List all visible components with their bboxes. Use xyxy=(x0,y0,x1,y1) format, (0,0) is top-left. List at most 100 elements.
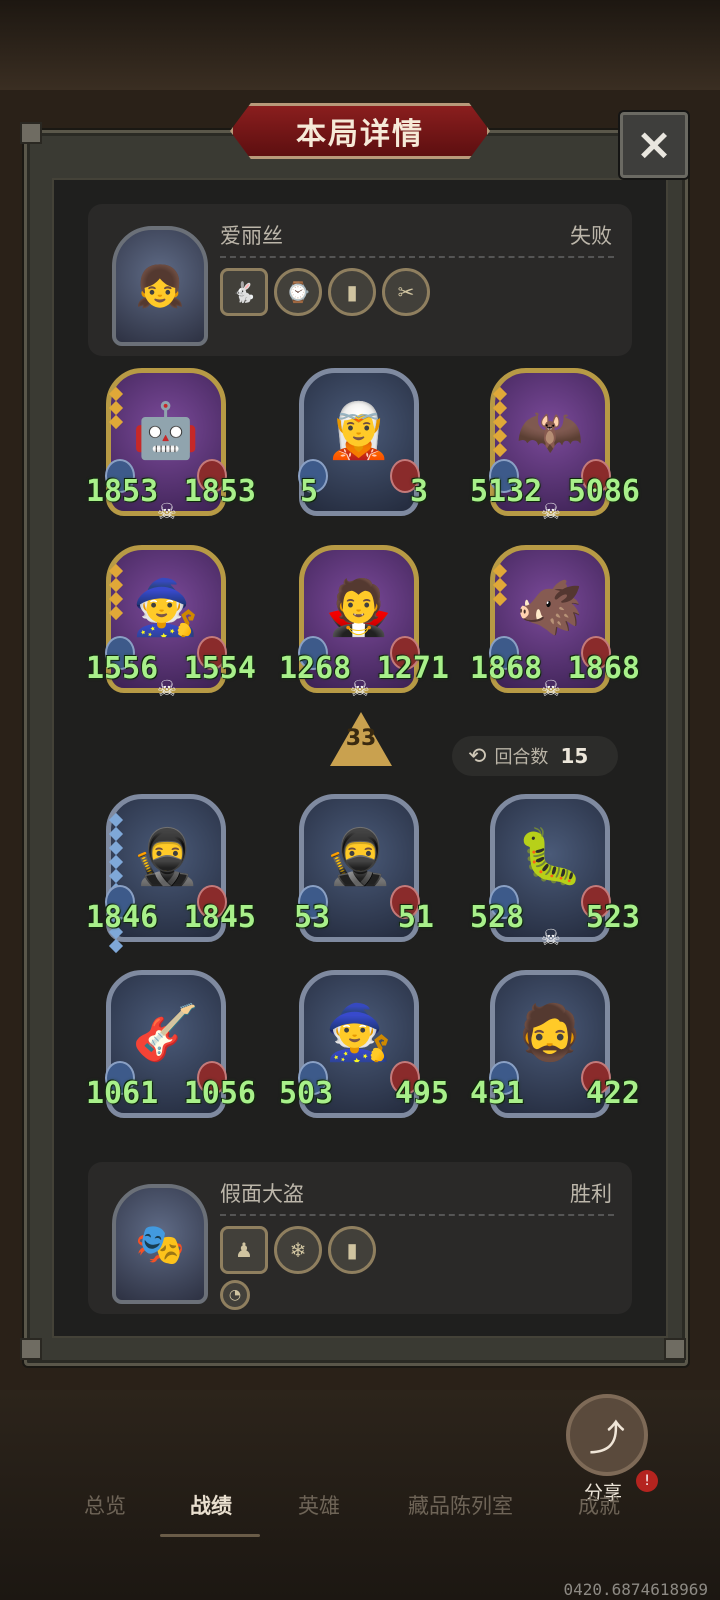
frame-corner xyxy=(664,1338,686,1360)
unit-card[interactable]: 🐗 ☠ 1868 1868 xyxy=(470,545,640,702)
unit-stats: 1868 1868 xyxy=(470,651,640,686)
share-icon: ⤴ xyxy=(588,1418,625,1459)
unit-stats: 528 523 xyxy=(470,900,640,935)
unit-card[interactable]: 🧙 503 495 xyxy=(279,970,449,1118)
unit-attack: 1846 xyxy=(86,900,159,935)
door-icon[interactable]: ▮ xyxy=(328,268,376,316)
share-button[interactable]: ⤴ xyxy=(566,1394,648,1476)
unit-stats: 1853 1853 xyxy=(86,474,256,509)
page-title: 本局详情 xyxy=(296,117,424,152)
door-icon[interactable]: ▮ xyxy=(328,1226,376,1274)
build-id: 0420.6874618969 xyxy=(563,1580,709,1599)
unit-portrait: 🤖 xyxy=(132,399,200,462)
player-panel: 🎭 假面大盗 胜利 ♟ ❄ ▮ ◔ xyxy=(88,1162,632,1314)
round-value: 15 xyxy=(560,744,589,768)
opponent-portrait[interactable]: 👧 xyxy=(112,226,208,346)
title-plate: 本局详情 xyxy=(230,103,490,159)
unit-card[interactable]: 🎸 1061 1056 xyxy=(86,970,256,1118)
unit-portrait: 🧙 xyxy=(325,1001,393,1064)
unit-stats: 1268 1271 xyxy=(279,651,449,686)
unit-stats: 503 495 xyxy=(279,1076,449,1111)
unit-stats: 1846 1845 xyxy=(86,900,256,935)
bottom-tabs: 总览 战绩 英雄 藏品陈列室 成就 xyxy=(0,1490,720,1530)
unit-portrait: 🎸 xyxy=(132,1001,200,1064)
tab-overview[interactable]: 总览 xyxy=(84,1490,126,1520)
unit-health: 1845 xyxy=(183,900,256,935)
unit-card[interactable]: 🥷 53 51 xyxy=(294,794,434,942)
active-tab-indicator xyxy=(160,1534,260,1537)
unit-card[interactable]: 🦇 ☠ 5132 5086 xyxy=(470,368,640,525)
tab-heroes[interactable]: 英雄 xyxy=(298,1490,340,1520)
unit-portrait: 🧔 xyxy=(516,1001,584,1064)
unit-health: 1853 xyxy=(183,474,256,509)
silhouette-icon[interactable]: ♟ xyxy=(220,1226,268,1274)
unit-card[interactable]: 🤖 ☠ 1853 1853 xyxy=(86,368,256,525)
unit-attack: 53 xyxy=(294,900,331,935)
unit-portrait: 🥷 xyxy=(325,825,393,888)
unit-portrait: 🐛 xyxy=(516,825,584,888)
unit-portrait: 🧙 xyxy=(132,576,200,639)
unit-health: 3 xyxy=(409,474,428,509)
player-name: 假面大盗 xyxy=(220,1182,304,1206)
close-button[interactable]: × xyxy=(620,112,688,178)
rabbit-icon[interactable]: 🐇 xyxy=(220,268,268,316)
player-items: ♟ ❄ ▮ xyxy=(220,1226,376,1274)
unit-stats: 53 51 xyxy=(294,900,434,935)
unit-stats: 1556 1554 xyxy=(86,651,256,686)
unit-health: 1868 xyxy=(567,651,640,686)
unit-stats: 431 422 xyxy=(470,1076,640,1111)
top-backdrop xyxy=(0,0,720,90)
round-label: 回合数 xyxy=(494,747,549,768)
unit-attack: 503 xyxy=(279,1076,334,1111)
unit-stats: 1061 1056 xyxy=(86,1076,256,1111)
unit-attack: 1061 xyxy=(86,1076,159,1111)
frame-corner xyxy=(20,122,42,144)
blade-icon[interactable]: ✂ xyxy=(382,268,430,316)
unit-card[interactable]: 🐛 ☠ 528 523 xyxy=(470,794,640,951)
spiral-icon[interactable]: ◔ xyxy=(220,1280,250,1310)
unit-portrait: 🦇 xyxy=(516,399,584,462)
divider xyxy=(220,1214,614,1216)
rounds-icon: ⟲ xyxy=(468,743,487,769)
unit-card[interactable]: 🥷 1846 1845 xyxy=(86,794,256,954)
unit-portrait: 🧛 xyxy=(325,576,393,639)
unit-health: 495 xyxy=(394,1076,449,1111)
unit-health: 523 xyxy=(585,900,640,935)
unit-attack: 431 xyxy=(470,1076,525,1111)
round-count: ⟲ 回合数 15 xyxy=(452,736,618,776)
snowflake-icon[interactable]: ❄ xyxy=(274,1226,322,1274)
unit-health: 422 xyxy=(585,1076,640,1111)
unit-card[interactable]: 🧔 431 422 xyxy=(470,970,640,1118)
tab-achievements[interactable]: 成就 xyxy=(578,1490,620,1520)
unit-attack: 1556 xyxy=(86,651,159,686)
unit-portrait: 🐗 xyxy=(516,576,584,639)
frame-corner xyxy=(20,1338,42,1360)
unit-health: 51 xyxy=(397,900,434,935)
unit-health: 1056 xyxy=(183,1076,256,1111)
alert-badge: ! xyxy=(636,1470,658,1492)
opponent-items: 🐇 ⌚ ▮ ✂ xyxy=(220,268,430,316)
unit-portrait: 🥷 xyxy=(132,825,200,888)
rank-value: 33 xyxy=(345,726,377,751)
opponent-result: 失败 xyxy=(570,224,612,248)
opponent-name: 爱丽丝 xyxy=(220,224,283,248)
close-icon: × xyxy=(635,119,673,170)
opponent-panel: 👧 爱丽丝 失败 🐇 ⌚ ▮ ✂ xyxy=(88,204,632,356)
tab-record[interactable]: 战绩 xyxy=(190,1490,232,1520)
unit-stats: 5132 5086 xyxy=(470,474,640,509)
unit-attack: 528 xyxy=(470,900,525,935)
divider xyxy=(220,256,614,258)
unit-health: 1554 xyxy=(183,651,256,686)
unit-attack: 1868 xyxy=(470,651,543,686)
player-portrait[interactable]: 🎭 xyxy=(112,1184,208,1304)
unit-attack: 5 xyxy=(300,474,319,509)
unit-card[interactable]: 🧙 ☠ 1556 1554 xyxy=(86,545,256,702)
unit-attack: 5132 xyxy=(470,474,543,509)
unit-health: 5086 xyxy=(567,474,640,509)
tab-collection[interactable]: 藏品陈列室 xyxy=(408,1490,513,1520)
unit-card[interactable]: 🧛 ☠ 1268 1271 xyxy=(279,545,449,702)
unit-attack: 1853 xyxy=(86,474,159,509)
unit-portrait: 🧝 xyxy=(325,399,393,462)
pocket-watch-icon[interactable]: ⌚ xyxy=(274,268,322,316)
unit-card[interactable]: 🧝 5 3 xyxy=(298,368,428,516)
